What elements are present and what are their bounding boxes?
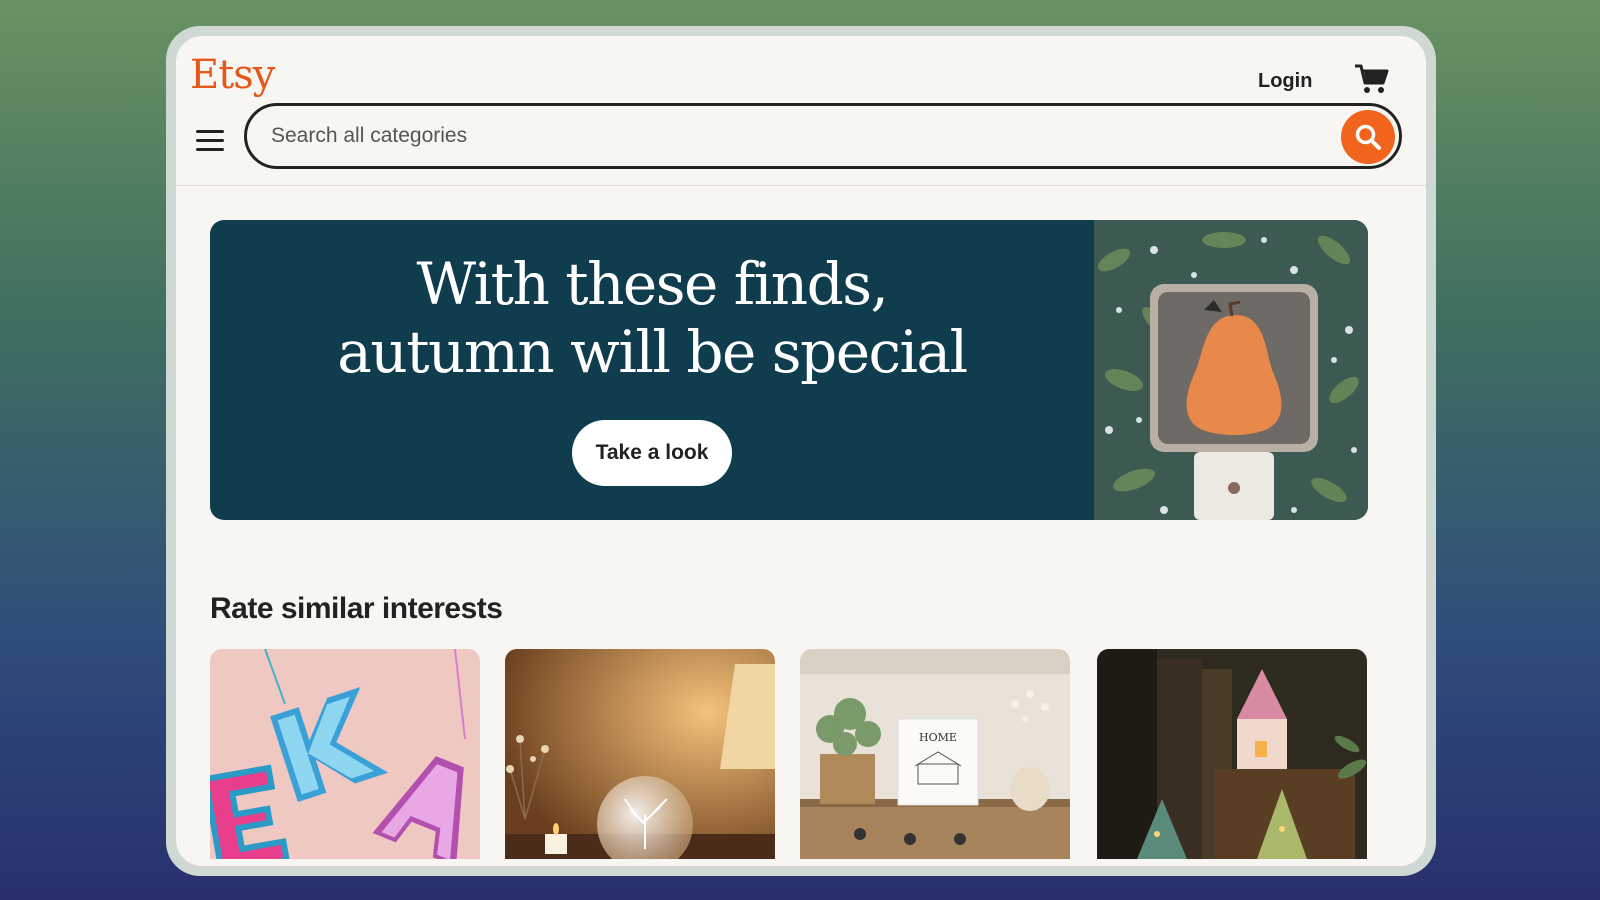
interest-card-crystal-ball[interactable] (505, 649, 775, 859)
search-input[interactable] (271, 120, 1311, 152)
crystal-ball-lamp-image (505, 649, 775, 859)
banner-title-line-1: With these finds, (416, 250, 889, 318)
search-bar (244, 103, 1402, 169)
interest-card-ceramic-houses[interactable] (1097, 649, 1367, 859)
interest-card-home-decor[interactable]: HOME (800, 649, 1070, 859)
hamburger-menu-icon[interactable] (196, 130, 224, 152)
ceramic-houses-image (1097, 649, 1367, 859)
banner-title: With these finds, autumn will be special (210, 250, 1094, 386)
banner-title-line-2: autumn will be special (337, 318, 968, 386)
login-link[interactable]: Login (1258, 70, 1312, 93)
search-button[interactable] (1341, 110, 1395, 164)
header-divider (176, 185, 1426, 186)
device-frame: Etsy Login With these finds, au (166, 26, 1436, 876)
letter-keychain-image (210, 649, 480, 859)
interest-card-letter-tags[interactable] (210, 649, 480, 859)
home-sign-decor-image: HOME (800, 649, 1070, 859)
promo-banner[interactable]: With these finds, autumn will be special… (210, 220, 1368, 520)
search-icon (1355, 124, 1381, 150)
section-title: Rate similar interests (210, 592, 503, 625)
cart-icon[interactable] (1354, 63, 1390, 95)
browser-screen: Etsy Login With these finds, au (176, 36, 1426, 866)
take-a-look-button[interactable]: Take a look (572, 420, 732, 486)
interest-cards: HOME (210, 649, 1368, 859)
etsy-logo[interactable]: Etsy (190, 52, 275, 98)
pumpkin-nightlight-image (1094, 220, 1368, 520)
svg-text:HOME: HOME (919, 731, 957, 744)
